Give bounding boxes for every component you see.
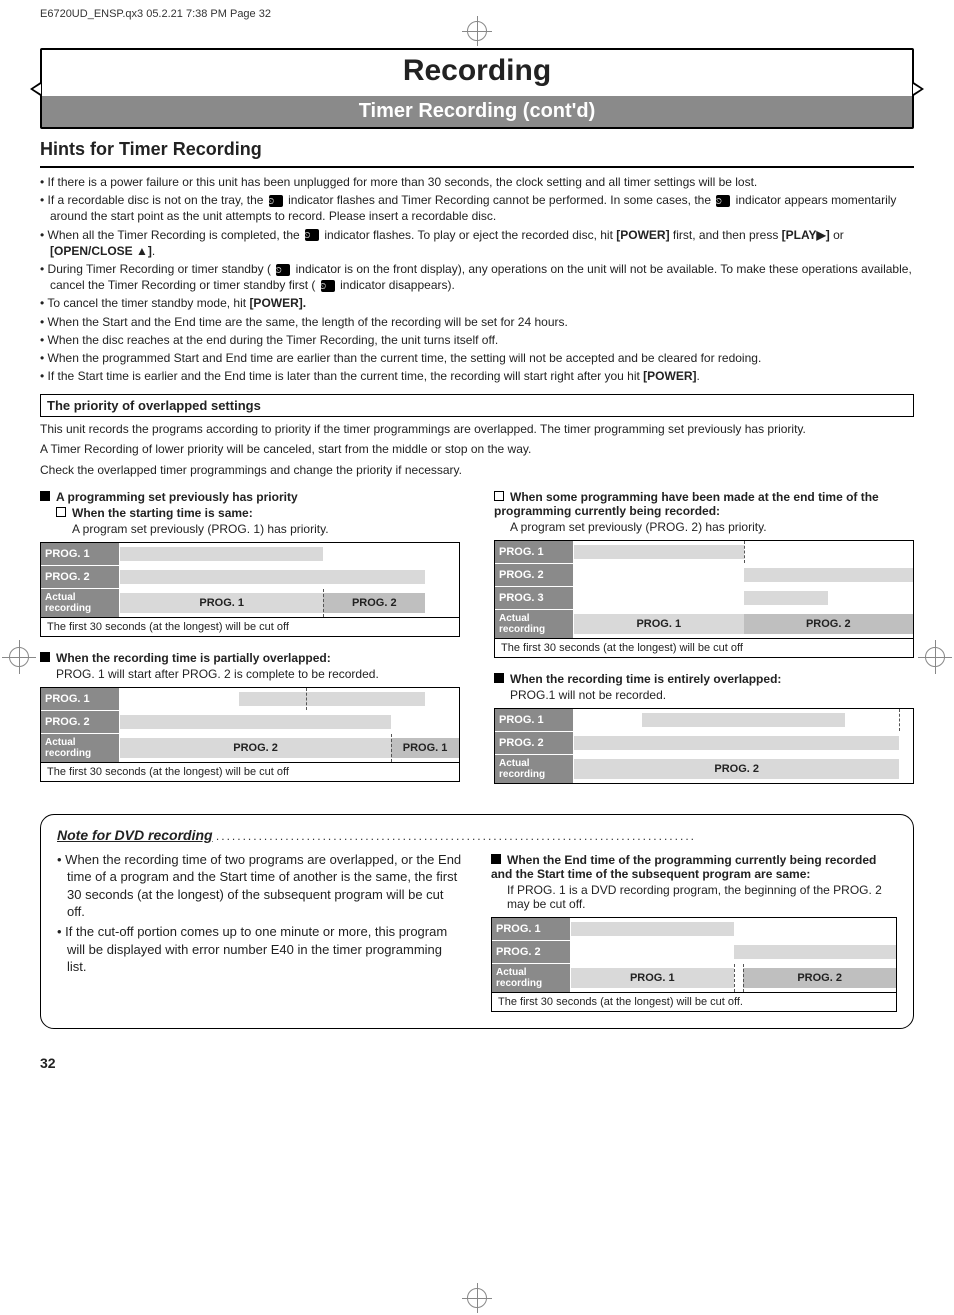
case-text-a: A program set previously (PROG. 1) has p… [72, 522, 460, 536]
diagram-note: PROG. 1 PROG. 2 Actual recording PROG. 1… [491, 917, 897, 1012]
page-title: Recording [42, 50, 912, 96]
hint-item: To cancel the timer standby mode, hit [P… [40, 295, 914, 311]
timer-icon: ⏲ [269, 195, 283, 207]
priority-para: This unit records the programs according… [40, 421, 914, 437]
timer-icon: ⏲ [321, 280, 335, 292]
diagram-a: PROG. 1 PROG. 2 Actual recording PROG. 1… [40, 542, 460, 637]
filled-square-icon [491, 854, 501, 864]
hint-item: When the disc reaches at the end during … [40, 332, 914, 348]
hint-item: When the Start and the End time are the … [40, 314, 914, 330]
note-left-item: When the recording time of two programs … [57, 851, 463, 921]
timer-icon: ⏲ [305, 229, 319, 241]
case-text-b: A program set previously (PROG. 2) has p… [510, 520, 914, 534]
note-left-item: If the cut-off portion comes up to one m… [57, 923, 463, 976]
case-text-d: PROG.1 will not be recorded. [510, 688, 914, 702]
timer-icon: ⏲ [276, 264, 290, 276]
hint-item: During Timer Recording or timer standby … [40, 261, 914, 293]
divider [40, 166, 914, 168]
case-head-a: A programming set previously has priorit… [40, 490, 460, 504]
hint-item: If a recordable disc is not on the tray,… [40, 192, 914, 224]
case-head-c: When the recording time is partially ove… [40, 651, 460, 665]
hint-item: If there is a power failure or this unit… [40, 174, 914, 190]
section-heading: Hints for Timer Recording [40, 139, 914, 160]
diagram-c: PROG. 1 PROG. 2 Actual recording PROG. 2… [40, 687, 460, 782]
page-number: 32 [40, 1055, 914, 1071]
diagram-d: PROG. 1 PROG. 2 Actual recording PROG. 2 [494, 708, 914, 784]
case-head-b: When some programming have been made at … [494, 490, 914, 518]
note-right-text: If PROG. 1 is a DVD recording program, t… [507, 883, 897, 911]
case-head-d: When the recording time is entirely over… [494, 672, 914, 686]
priority-para: A Timer Recording of lower priority will… [40, 441, 914, 457]
hint-item: When all the Timer Recording is complete… [40, 227, 914, 259]
title-frame: Recording Timer Recording (cont'd) [40, 48, 914, 129]
subtitle-bar: Timer Recording (cont'd) [42, 96, 912, 127]
note-box: Note for DVD recording .................… [40, 814, 914, 1029]
note-right-head: When the End time of the programming cur… [491, 853, 897, 881]
filled-square-icon [40, 652, 50, 662]
open-square-icon [56, 507, 66, 517]
hint-item: When the programmed Start and End time a… [40, 350, 914, 366]
hint-item: If the Start time is earlier and the End… [40, 368, 914, 384]
priority-para: Check the overlapped timer programmings … [40, 462, 914, 478]
case-text-c: PROG. 1 will start after PROG. 2 is comp… [56, 667, 460, 681]
filled-square-icon [40, 491, 50, 501]
open-square-icon [494, 491, 504, 501]
diagram-b: PROG. 1 PROG. 2 PROG. 3 Actual recording… [494, 540, 914, 658]
note-heading: Note for DVD recording [57, 827, 213, 843]
filled-square-icon [494, 673, 504, 683]
timer-icon: ⏲ [716, 195, 730, 207]
priority-box-title: The priority of overlapped settings [40, 394, 914, 417]
running-head: E6720UD_ENSP.qx3 05.2.21 7:38 PM Page 32 [40, 8, 914, 20]
case-subhead-a: When the starting time is same: [56, 506, 460, 520]
hints-list: If there is a power failure or this unit… [40, 174, 914, 384]
note-dots: ........................................… [216, 829, 696, 843]
